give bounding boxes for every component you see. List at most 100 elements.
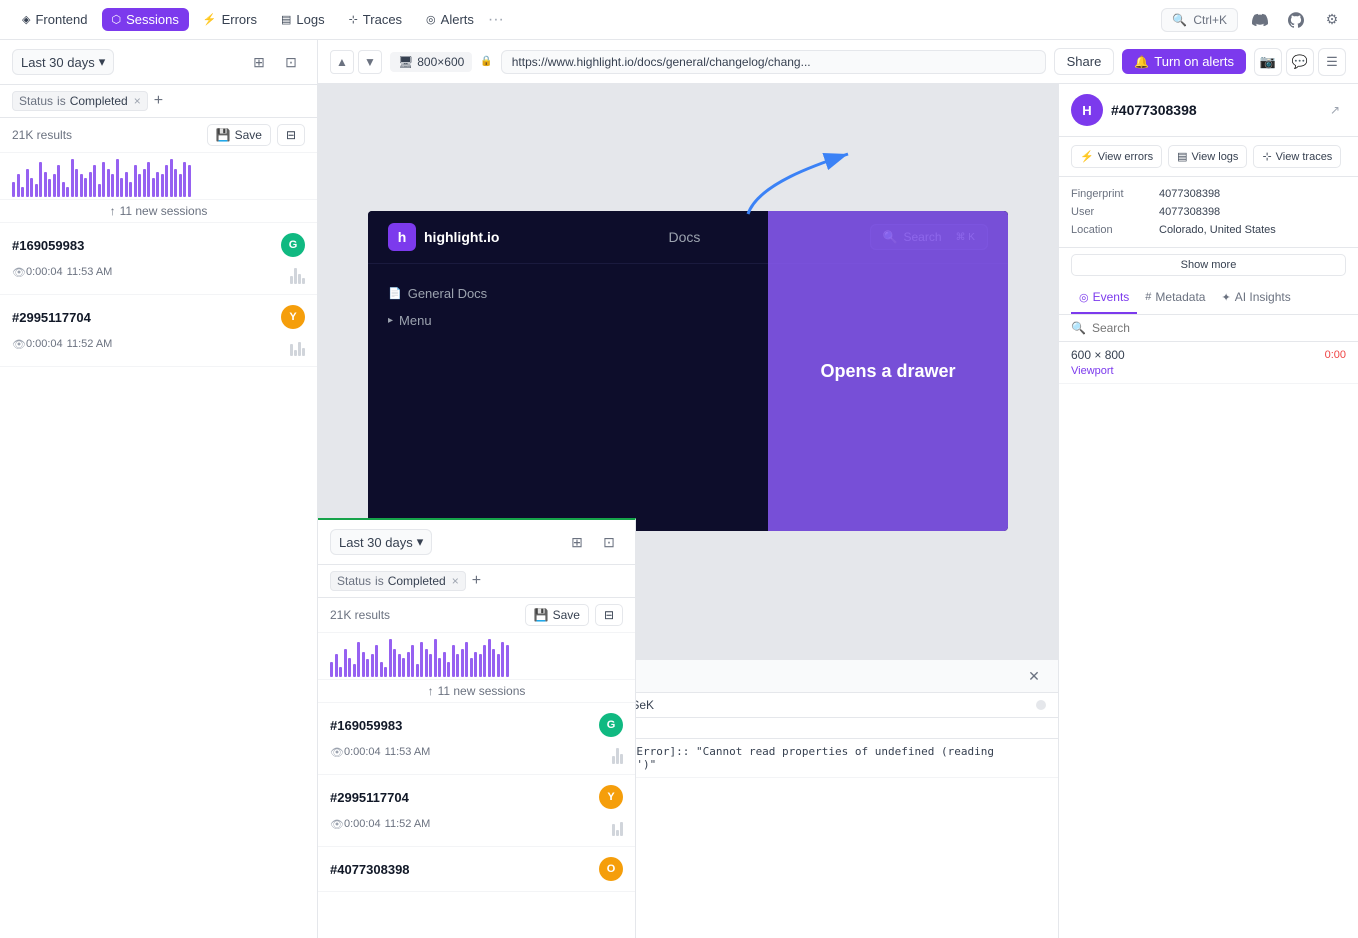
columns-icon-dup[interactable]: ⊞ bbox=[563, 528, 591, 556]
session-item[interactable]: #2995117704 Y 👁 0:00:04 11:52 AM bbox=[0, 295, 317, 367]
filter-key-dup: Status bbox=[337, 574, 371, 588]
ts-dup-1: 11:52 AM bbox=[385, 818, 431, 830]
share-btn[interactable]: Share bbox=[1054, 48, 1115, 75]
docs-link-text: General Docs bbox=[408, 286, 487, 301]
save-btn-dup[interactable]: 💾 Save bbox=[525, 604, 589, 626]
screenshot-btn[interactable]: 📷 bbox=[1254, 48, 1282, 76]
filter-add-btn-dup[interactable]: + bbox=[472, 572, 481, 590]
view-errors-btn[interactable]: ⚡ View errors bbox=[1071, 145, 1162, 168]
tab-events[interactable]: ◎ Events bbox=[1071, 282, 1137, 314]
fingerprint-row: Fingerprint 4077308398 bbox=[1071, 185, 1346, 203]
session-id-dup-1: #2995117704 bbox=[330, 790, 409, 805]
top-nav: ◈ Frontend ⬡ Sessions ⚡ Errors ▤ Logs ⊹ … bbox=[0, 0, 1358, 40]
new-sessions-count-dup: 11 new sessions bbox=[438, 684, 526, 698]
filter-remove-btn-dup[interactable]: × bbox=[452, 574, 459, 588]
traces-icon: ⊹ bbox=[349, 13, 358, 26]
discord-btn[interactable] bbox=[1246, 6, 1274, 34]
show-more-btn[interactable]: Show more bbox=[1071, 254, 1346, 276]
collapse-icon[interactable]: ⊡ bbox=[277, 48, 305, 76]
results-bar: 21K results 💾 Save ⊟ bbox=[0, 118, 317, 153]
monitor-icon: 🖥 bbox=[398, 55, 413, 69]
session-id: #2995117704 bbox=[12, 310, 91, 325]
view-logs-label: View logs bbox=[1192, 151, 1239, 163]
nav-up-btn[interactable]: ▲ bbox=[330, 50, 354, 74]
collapse-icon-dup[interactable]: ⊡ bbox=[595, 528, 623, 556]
github-btn[interactable] bbox=[1282, 6, 1310, 34]
columns-icon[interactable]: ⊞ bbox=[245, 48, 273, 76]
nav-item-sessions[interactable]: ⬡ Sessions bbox=[102, 8, 189, 31]
save-label: Save bbox=[235, 128, 262, 142]
docs-menu-text: Menu bbox=[399, 313, 432, 328]
session-item-dup-2[interactable]: #4077308398 O bbox=[318, 847, 635, 892]
filter-add-btn[interactable]: + bbox=[154, 92, 163, 110]
url-bar[interactable]: https://www.highlight.io/docs/general/ch… bbox=[501, 50, 1046, 74]
avatar: Y bbox=[281, 305, 305, 329]
new-sessions-banner: ↑ 11 new sessions bbox=[0, 200, 317, 223]
user-value: 4077308398 bbox=[1159, 206, 1346, 218]
nav-label-frontend: Frontend bbox=[35, 12, 87, 27]
session-time: 11:53 AM bbox=[67, 266, 113, 278]
search-shortcut[interactable]: 🔍 Ctrl+K bbox=[1161, 8, 1238, 32]
date-range-picker-dup[interactable]: Last 30 days ▾ bbox=[330, 529, 432, 555]
date-range-picker[interactable]: Last 30 days ▾ bbox=[12, 49, 114, 75]
view-traces-label: View traces bbox=[1276, 151, 1333, 163]
location-label: Location bbox=[1071, 224, 1151, 236]
nav-item-logs[interactable]: ▤ Logs bbox=[271, 8, 335, 31]
status-filter-tag-dup[interactable]: Status is Completed × bbox=[330, 571, 466, 591]
turn-on-alerts-btn[interactable]: 🔔 Turn on alerts bbox=[1122, 49, 1246, 74]
nav-down-btn[interactable]: ▼ bbox=[358, 50, 382, 74]
save-icon-dup: 💾 bbox=[534, 608, 549, 622]
browser-size-label: 800×600 bbox=[417, 55, 464, 69]
session-item-dup-1[interactable]: #2995117704 Y 👁 0:00:04 11:52 AM bbox=[318, 775, 635, 847]
histogram-dup bbox=[330, 637, 623, 677]
nav-item-frontend[interactable]: ◈ Frontend bbox=[12, 8, 98, 31]
save-label-dup: Save bbox=[553, 608, 580, 622]
filter-options-btn[interactable]: ⊟ bbox=[277, 124, 305, 146]
filter-options-btn-dup[interactable]: ⊟ bbox=[595, 604, 623, 626]
avatar-dup-1: Y bbox=[599, 785, 623, 809]
session-number: #4077308398 bbox=[1111, 102, 1316, 118]
avatar: G bbox=[281, 233, 305, 257]
browser-size: 🖥 800×600 bbox=[390, 52, 472, 72]
nav-label-errors: Errors bbox=[222, 12, 257, 27]
tab-metadata[interactable]: # Metadata bbox=[1137, 282, 1213, 314]
settings-btn[interactable]: ⚙ bbox=[1318, 6, 1346, 34]
right-search-input[interactable] bbox=[1092, 321, 1346, 335]
external-link-btn[interactable]: ↗ bbox=[1324, 99, 1346, 121]
fingerprint-value: 4077308398 bbox=[1159, 188, 1346, 200]
nav-item-errors[interactable]: ⚡ Errors bbox=[193, 8, 267, 31]
more-menu-btn[interactable]: ··· bbox=[488, 11, 504, 29]
view-logs-btn[interactable]: ▤ View logs bbox=[1168, 145, 1247, 168]
chevron-right-icon: ▸ bbox=[388, 315, 393, 326]
log-close-btn[interactable]: ✕ bbox=[1022, 664, 1046, 688]
session-id-dup-0: #169059983 bbox=[330, 718, 402, 733]
event-name: Viewport bbox=[1071, 365, 1114, 377]
right-panel-header: H #4077308398 ↗ bbox=[1059, 84, 1358, 137]
nav-item-alerts[interactable]: ◎ Alerts bbox=[416, 8, 484, 31]
status-filter-tag[interactable]: Status is Completed × bbox=[12, 91, 148, 111]
nav-label-traces: Traces bbox=[363, 12, 402, 27]
filter-value: Completed bbox=[70, 94, 128, 108]
histogram-area-dup bbox=[318, 633, 635, 680]
sidebar-header-icons: ⊞ ⊡ bbox=[245, 48, 305, 76]
filter-remove-btn[interactable]: × bbox=[134, 94, 141, 108]
more-options-btn[interactable]: ☰ bbox=[1318, 48, 1346, 76]
view-errors-label: View errors bbox=[1098, 151, 1153, 163]
main-layout: Last 30 days ▾ ⊞ ⊡ Status is Completed ×… bbox=[0, 40, 1358, 938]
session-item-dup-0[interactable]: #169059983 G 👁 0:00:04 11:53 AM bbox=[318, 703, 635, 775]
arrow-up-icon: ↑ bbox=[110, 204, 116, 218]
fingerprint-label: Fingerprint bbox=[1071, 188, 1151, 200]
avatar-dup-0: G bbox=[599, 713, 623, 737]
left-sidebar: Last 30 days ▾ ⊞ ⊡ Status is Completed ×… bbox=[0, 40, 318, 938]
save-icon: 💾 bbox=[216, 128, 231, 142]
comment-btn[interactable]: 💬 bbox=[1286, 48, 1314, 76]
session-item[interactable]: #169059983 G 👁 0:00:04 11:53 AM bbox=[0, 223, 317, 295]
view-traces-btn[interactable]: ⊹ View traces bbox=[1253, 145, 1341, 168]
sidebar-header: Last 30 days ▾ ⊞ ⊡ bbox=[0, 40, 317, 85]
session-sparkline bbox=[290, 332, 305, 356]
ai-tab-icon: ✦ bbox=[1221, 291, 1230, 304]
tab-ai-insights[interactable]: ✦ AI Insights bbox=[1213, 282, 1298, 314]
save-btn[interactable]: 💾 Save bbox=[207, 124, 271, 146]
docs-title: Docs bbox=[669, 229, 701, 245]
nav-item-traces[interactable]: ⊹ Traces bbox=[339, 8, 412, 31]
